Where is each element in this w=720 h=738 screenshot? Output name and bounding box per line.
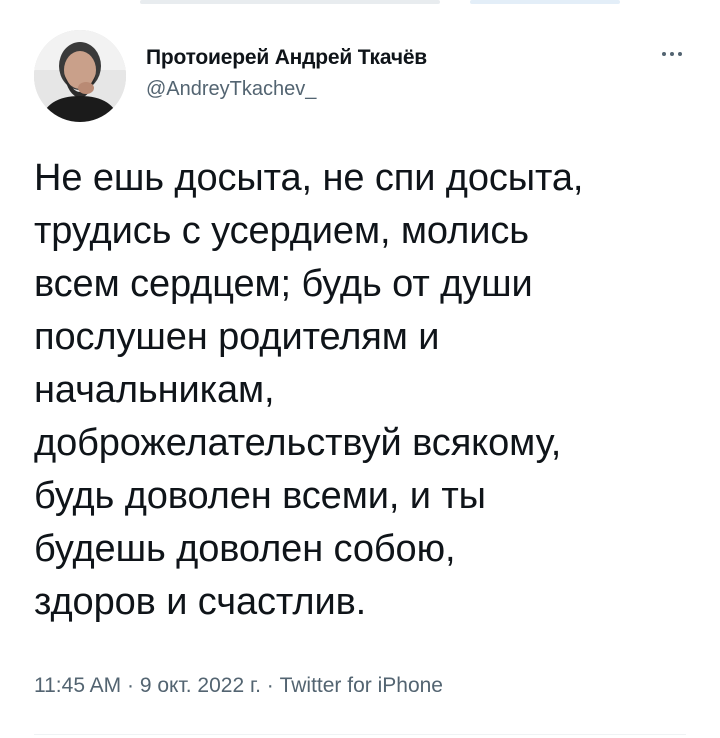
tweet-meta: 11:45 AM · 9 окт. 2022 г. · Twitter for … [34, 674, 443, 698]
more-options-button[interactable] [654, 44, 690, 64]
author-avatar[interactable] [34, 30, 126, 122]
author-handle[interactable]: @AndreyTkachev_ [146, 78, 427, 101]
top-edge-bar-accent [470, 0, 620, 4]
person-avatar-icon [34, 30, 126, 122]
author-display-name[interactable]: Протоиерей Андрей Ткачёв [146, 46, 427, 70]
meta-separator: · [127, 674, 140, 697]
tweet-source[interactable]: Twitter for iPhone [280, 674, 443, 697]
bottom-divider [34, 734, 686, 735]
tweet-date[interactable]: 9 окт. 2022 г. [140, 674, 261, 697]
tweet-text: Не ешь досыта, не спи досыта, трудись с … [34, 157, 584, 623]
tweet-time[interactable]: 11:45 AM [34, 674, 121, 697]
top-edge-bar [140, 0, 440, 4]
tweet-header: Протоиерей Андрей Ткачёв @AndreyTkachev_ [34, 30, 694, 126]
more-horizontal-icon [662, 52, 666, 56]
top-edge-strip [0, 0, 720, 14]
meta-separator: · [266, 674, 280, 697]
tweet-author: Протоиерей Андрей Ткачёв @AndreyTkachev_ [146, 46, 427, 101]
more-horizontal-icon-dot [670, 52, 674, 56]
more-horizontal-icon-dot [678, 52, 682, 56]
